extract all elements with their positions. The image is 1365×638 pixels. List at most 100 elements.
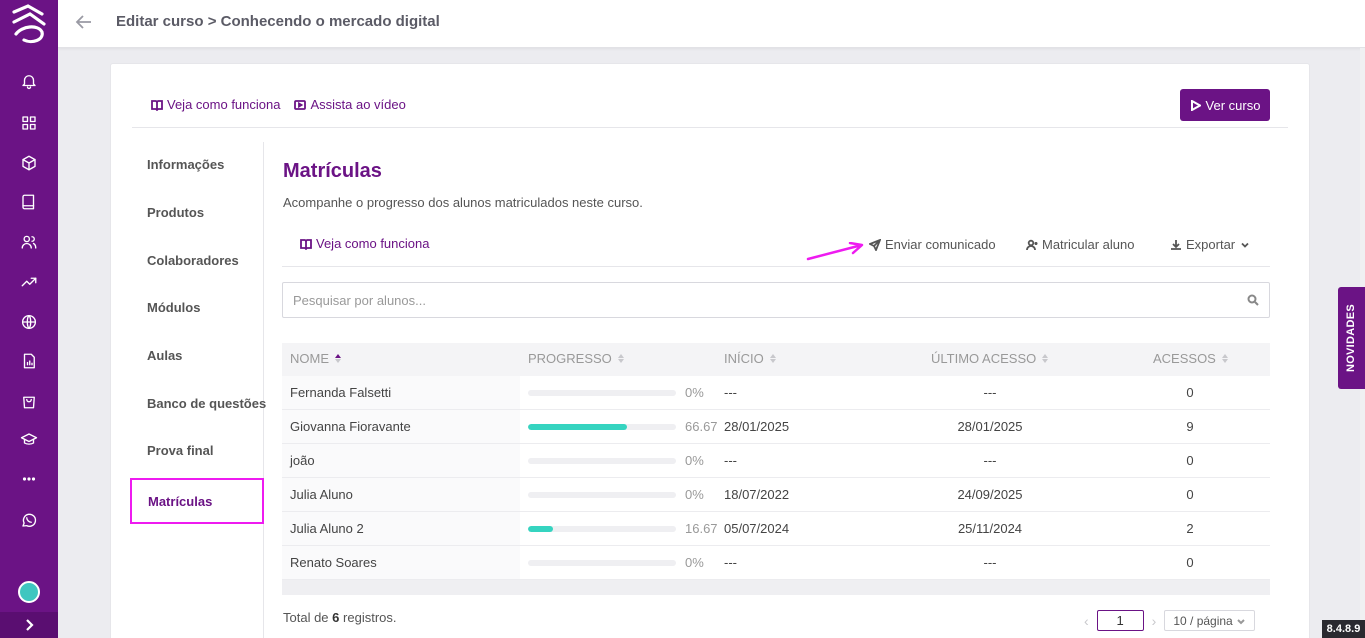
column-header-last-access[interactable]: ÚLTIMO ACESSO bbox=[931, 351, 1049, 366]
section-subtitle: Acompanhe o progresso dos alunos matricu… bbox=[283, 195, 643, 210]
watch-video-link[interactable]: Assista ao vídeo bbox=[294, 97, 406, 112]
nav-item-matriculas[interactable]: Matrículas bbox=[130, 478, 264, 524]
start-date: 28/01/2025 bbox=[724, 419, 790, 434]
accesses-count: 0 bbox=[1186, 385, 1194, 400]
section-title: Matrículas bbox=[283, 160, 382, 182]
progress-label: 16.67 bbox=[685, 521, 718, 536]
users-icon[interactable] bbox=[17, 230, 41, 254]
nav-item-aulas[interactable]: Aulas bbox=[147, 348, 182, 363]
students-table: NOME PROGRESSO INÍCIO ÚLTIMO ACESSO ACES… bbox=[282, 343, 1270, 595]
chevron-down-icon bbox=[1241, 242, 1249, 248]
progress-bar bbox=[528, 526, 676, 532]
view-course-button[interactable]: Ver curso bbox=[1180, 89, 1270, 121]
prev-page-icon[interactable]: ‹ bbox=[1084, 613, 1089, 629]
last-access-date: --- bbox=[983, 453, 997, 468]
box-icon[interactable] bbox=[17, 151, 41, 175]
nav-item-produtos[interactable]: Produtos bbox=[147, 205, 204, 220]
chevron-right-icon bbox=[26, 619, 34, 631]
sort-icon[interactable] bbox=[769, 354, 776, 363]
column-header-start[interactable]: INÍCIO bbox=[724, 351, 776, 366]
student-name: Fernanda Falsetti bbox=[290, 385, 392, 400]
sort-icon[interactable] bbox=[617, 354, 624, 363]
video-icon bbox=[294, 99, 307, 110]
whatsapp-icon[interactable] bbox=[17, 508, 41, 532]
student-name: Julia Aluno 2 bbox=[290, 521, 364, 536]
version-badge: 8.4.8.9 bbox=[1322, 620, 1365, 638]
progress-fill bbox=[528, 424, 627, 430]
progress-bar bbox=[528, 424, 676, 430]
graduation-cap-icon[interactable] bbox=[17, 428, 41, 452]
avatar[interactable] bbox=[18, 581, 40, 603]
last-access-date: 25/11/2024 bbox=[957, 521, 1023, 536]
table-header: NOME PROGRESSO INÍCIO ÚLTIMO ACESSO ACES… bbox=[282, 343, 1270, 376]
how-it-works-link[interactable]: Veja como funciona bbox=[300, 236, 429, 251]
expand-sidebar-button[interactable] bbox=[0, 612, 58, 638]
accesses-count: 2 bbox=[1186, 521, 1194, 536]
play-icon bbox=[1190, 99, 1201, 111]
report-icon[interactable] bbox=[17, 349, 41, 373]
add-user-icon bbox=[1026, 239, 1038, 250]
horizontal-scrollbar[interactable] bbox=[282, 580, 1270, 595]
shopping-bag-icon[interactable] bbox=[17, 389, 41, 413]
nav-item-colaboradores[interactable]: Colaboradores bbox=[147, 253, 239, 268]
progress-label: 0% bbox=[685, 385, 704, 400]
export-dropdown[interactable]: Exportar bbox=[1170, 237, 1251, 252]
student-name: joão bbox=[290, 453, 315, 468]
how-it-works-link[interactable]: Veja como funciona bbox=[151, 97, 280, 112]
news-tab[interactable]: NOVIDADES bbox=[1338, 287, 1365, 389]
page-number-input[interactable]: 1 bbox=[1096, 610, 1144, 631]
sort-icon[interactable] bbox=[1221, 354, 1228, 363]
brand-logo-icon[interactable] bbox=[8, 2, 50, 48]
start-date: --- bbox=[724, 385, 737, 400]
next-page-icon[interactable]: › bbox=[1152, 613, 1157, 629]
open-book-icon bbox=[300, 238, 312, 250]
globe-icon[interactable] bbox=[17, 310, 41, 334]
start-date: 05/07/2024 bbox=[724, 521, 790, 536]
page-title: Editar curso > Conhecendo o mercado digi… bbox=[116, 13, 440, 30]
progress-bar bbox=[528, 390, 676, 396]
send-icon bbox=[869, 238, 881, 251]
progress-label: 0% bbox=[685, 555, 704, 570]
last-access-date: 28/01/2025 bbox=[957, 419, 1023, 434]
table-row: Giovanna Fioravante 66.67 28/01/2025 28/… bbox=[282, 410, 1270, 444]
column-header-name[interactable]: NOME bbox=[290, 351, 341, 366]
sidebar bbox=[0, 0, 58, 638]
student-name: Julia Aluno bbox=[290, 487, 353, 502]
download-icon bbox=[1171, 239, 1181, 250]
nav-item-banco-questoes[interactable]: Banco de questões bbox=[147, 396, 266, 411]
column-header-progress[interactable]: PROGRESSO bbox=[528, 351, 624, 366]
annotation-arrow-icon bbox=[806, 242, 864, 261]
enroll-student-button[interactable]: Matricular aluno bbox=[1026, 237, 1135, 252]
search-icon[interactable] bbox=[1247, 294, 1259, 309]
nav-item-prova-final[interactable]: Prova final bbox=[147, 443, 213, 458]
name-cell-bg bbox=[282, 444, 520, 477]
start-date: 18/07/2022 bbox=[724, 487, 790, 502]
last-access-date: --- bbox=[983, 385, 997, 400]
student-name: Giovanna Fioravante bbox=[290, 419, 411, 434]
table-row: joão 0% --- --- 0 bbox=[282, 444, 1270, 478]
total-records: Total de 6 registros. bbox=[283, 610, 397, 625]
last-access-date: 24/09/2025 bbox=[957, 487, 1023, 502]
sort-icon[interactable] bbox=[335, 354, 341, 363]
table-row: Julia Aluno 0% 18/07/2022 24/09/2025 0 bbox=[282, 478, 1270, 512]
sort-icon[interactable] bbox=[1042, 354, 1049, 363]
toolbar-divider bbox=[282, 266, 1270, 267]
nav-item-informacoes[interactable]: Informações bbox=[147, 157, 224, 172]
nav-item-modulos[interactable]: Módulos bbox=[147, 300, 200, 315]
table-row: Renato Soares 0% --- --- 0 bbox=[282, 546, 1270, 580]
send-notice-button[interactable]: Enviar comunicado bbox=[869, 237, 996, 252]
accesses-count: 0 bbox=[1186, 487, 1194, 502]
page-size-select[interactable]: 10 / página bbox=[1164, 610, 1256, 631]
dashboard-icon[interactable] bbox=[17, 111, 41, 135]
progress-label: 0% bbox=[685, 487, 704, 502]
start-date: --- bbox=[724, 453, 737, 468]
bell-icon[interactable] bbox=[17, 69, 41, 93]
student-search-input[interactable]: Pesquisar por alunos... bbox=[282, 282, 1270, 318]
more-icon[interactable] bbox=[17, 467, 41, 491]
back-arrow-icon[interactable] bbox=[74, 12, 96, 34]
trending-up-icon[interactable] bbox=[17, 270, 41, 294]
book-icon[interactable] bbox=[17, 190, 41, 214]
table-body: Fernanda Falsetti 0% --- --- 0 Giovanna … bbox=[282, 376, 1270, 580]
progress-bar bbox=[528, 560, 676, 566]
column-header-accesses[interactable]: ACESSOS bbox=[1153, 351, 1228, 366]
